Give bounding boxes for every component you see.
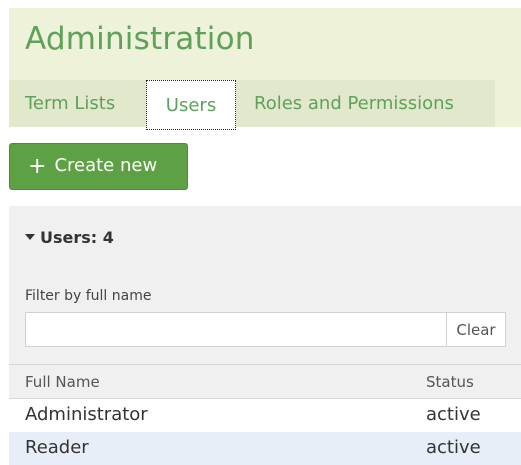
user-status: active (426, 404, 481, 425)
table-header: Full Name Status (9, 365, 521, 399)
user-full-name: Administrator (25, 404, 148, 425)
user-status: active (426, 437, 481, 458)
plus-icon: + (28, 154, 47, 179)
table-row[interactable]: Administrator active (9, 399, 521, 432)
users-count-label: Users: 4 (40, 228, 114, 247)
admin-header: Administration Term Lists Users Roles an… (9, 8, 521, 130)
users-table: Full Name Status Administrator active Re… (9, 364, 521, 465)
users-panel: Users: 4 Filter by full name Clear Full … (9, 206, 521, 465)
table-row[interactable]: Reader active (9, 432, 521, 465)
column-header-status[interactable]: Status (426, 373, 474, 391)
tab-bar: Term Lists Users Roles and Permissions (9, 80, 495, 130)
filter-full-name-input[interactable] (25, 312, 447, 347)
column-header-full-name[interactable]: Full Name (25, 373, 100, 391)
users-section-toggle[interactable]: Users: 4 (25, 228, 114, 247)
clear-filter-button[interactable]: Clear (446, 312, 506, 347)
user-full-name: Reader (25, 437, 89, 458)
tab-users[interactable]: Users (146, 80, 236, 130)
page-title: Administration (25, 21, 255, 57)
tab-term-lists[interactable]: Term Lists (25, 80, 115, 127)
tab-roles-and-permissions[interactable]: Roles and Permissions (254, 80, 454, 127)
filter-label: Filter by full name (25, 288, 152, 304)
caret-down-icon (25, 234, 35, 240)
create-new-label: Create new (54, 155, 158, 176)
create-new-button[interactable]: + Create new (9, 143, 188, 190)
